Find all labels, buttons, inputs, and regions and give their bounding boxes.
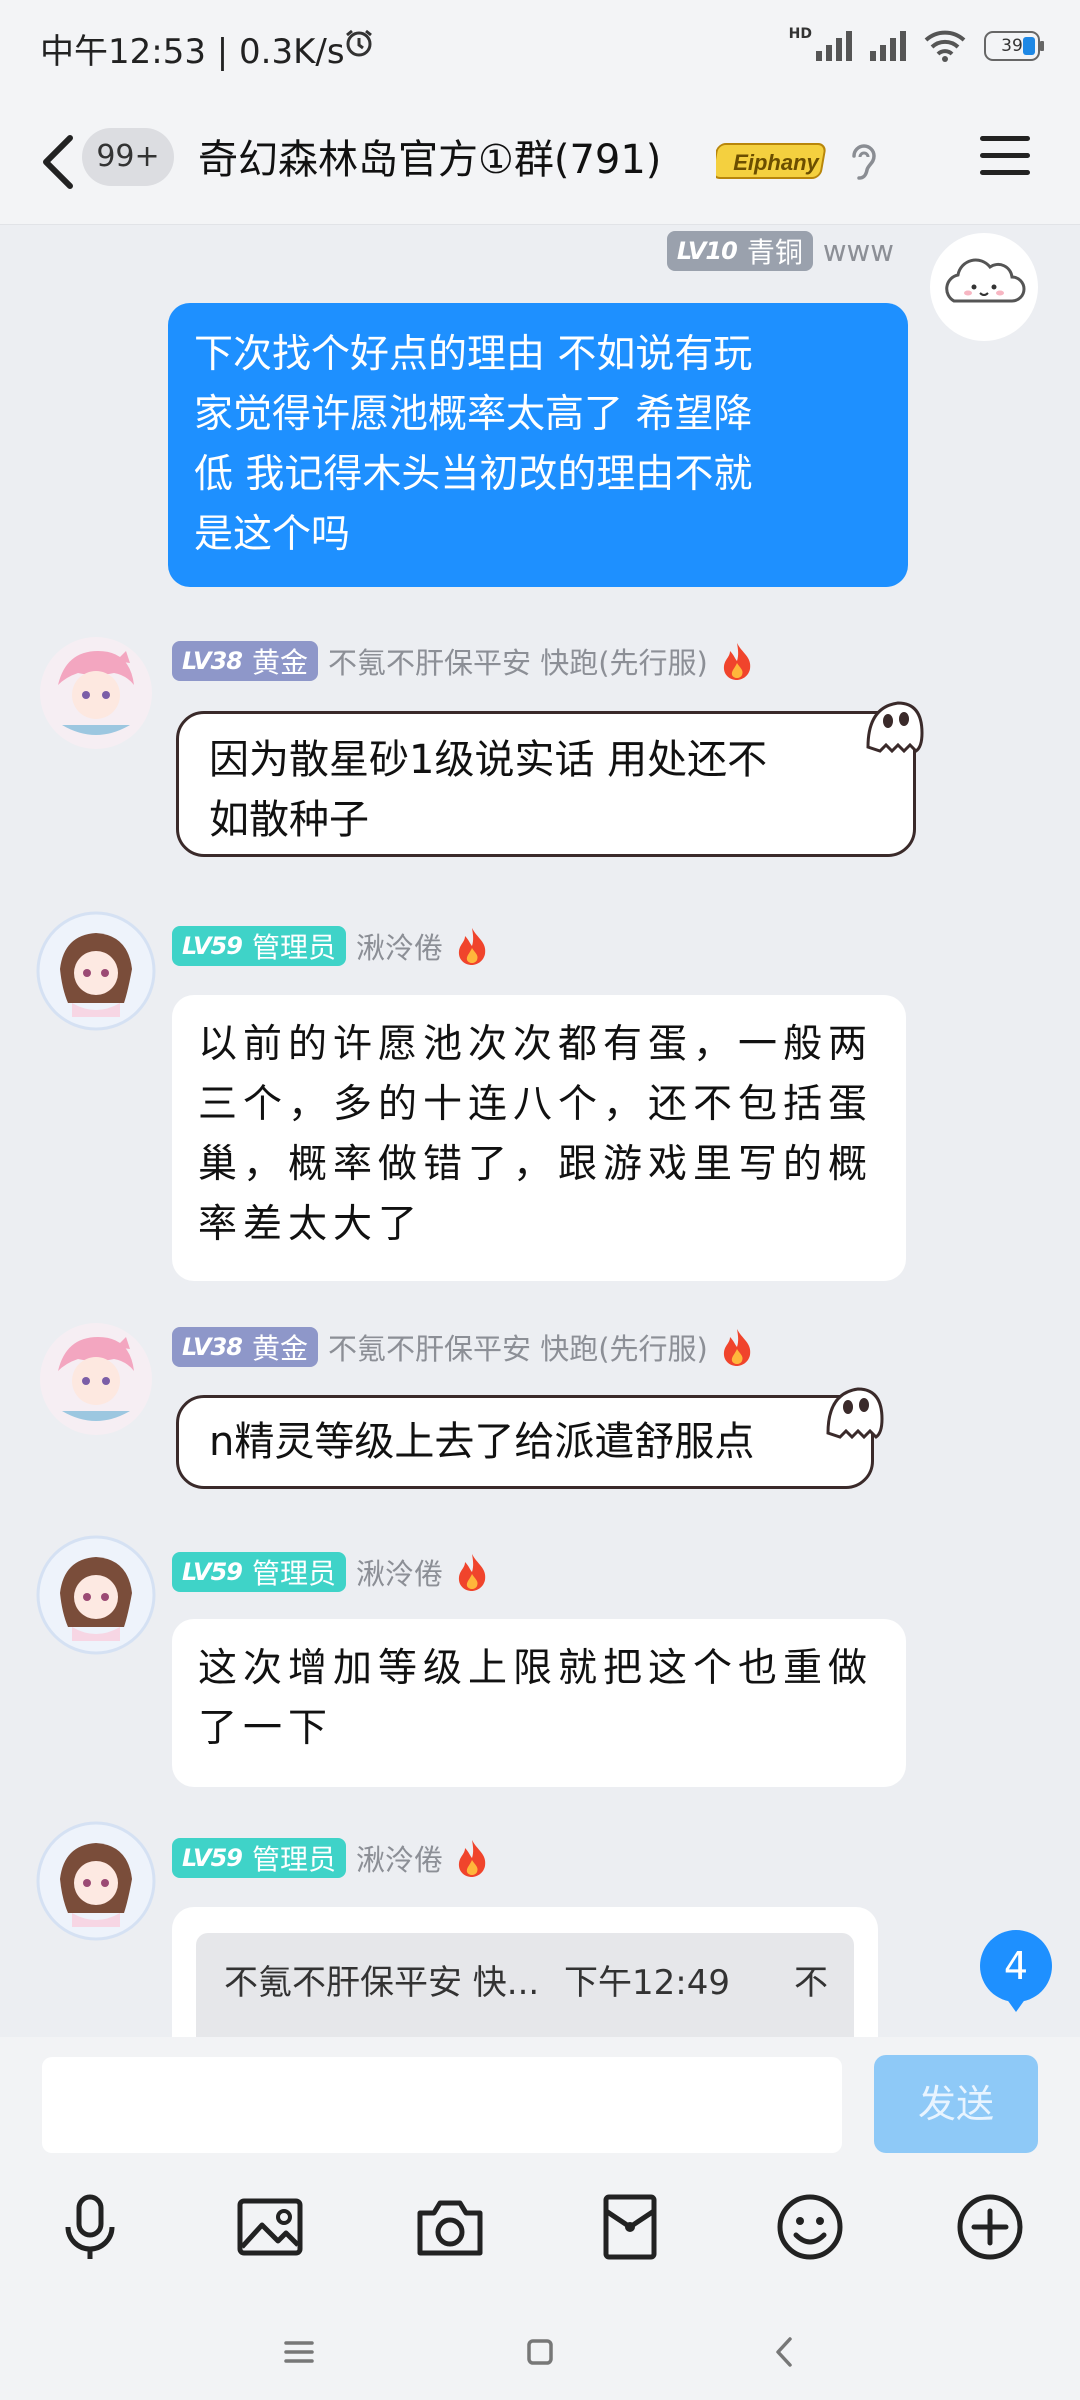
alarm-icon xyxy=(346,29,372,57)
fire-icon xyxy=(458,1840,486,1877)
sender-name: 湫泠倦 xyxy=(355,931,443,965)
new-message-badge[interactable]: 4 xyxy=(980,1930,1052,2012)
camera-icon[interactable] xyxy=(410,2187,490,2267)
sender-name-row: LV59 管理员 湫泠倦 xyxy=(172,925,491,967)
self-name-row: LV10 青铜 www xyxy=(666,231,894,271)
send-button[interactable]: 发送 xyxy=(874,2055,1038,2153)
level-tag: LV38 黄金 xyxy=(172,1327,318,1367)
quoted-message[interactable]: 不氪不肝保平安 快... 下午12:49 不 xyxy=(196,1933,854,2037)
avatar-brown-hair[interactable] xyxy=(32,1817,160,1945)
emoji-icon[interactable] xyxy=(770,2187,850,2267)
sender-name: 不氪不肝保平安 快跑(先行服) xyxy=(327,646,708,680)
composer: 发送 xyxy=(0,2037,1080,2400)
svg-text:Eiphany: Eiphany xyxy=(733,150,820,175)
sender-name-row: LV38 黄金 不氪不肝保平安 快跑(先行服) xyxy=(172,1326,756,1368)
unread-count-badge[interactable]: 99+ xyxy=(82,128,174,186)
ear-icon[interactable] xyxy=(846,140,880,184)
sender-name-row: LV38 黄金 不氪不肝保平安 快跑(先行服) xyxy=(172,640,756,682)
chat-area[interactable]: LV10 青铜 www 下次找个好点的理由 不如说有玩 家觉得许愿池概率太高了 希… xyxy=(0,225,1080,2037)
avatar-pink-hair[interactable] xyxy=(36,633,156,753)
recents-icon[interactable] xyxy=(276,2329,322,2375)
ghost-icon xyxy=(826,1387,884,1439)
fire-icon xyxy=(458,928,486,965)
self-avatar[interactable] xyxy=(930,233,1038,341)
red-packet-icon[interactable] xyxy=(590,2187,670,2267)
back-nav-icon[interactable] xyxy=(762,2329,808,2375)
image-icon[interactable] xyxy=(230,2187,310,2267)
fire-icon xyxy=(723,1329,751,1366)
home-icon[interactable] xyxy=(517,2329,563,2375)
status-bar: 中午12:53 | 0.3K/s HD 39 xyxy=(0,0,1080,100)
sender-name-row: LV59 管理员 湫泠倦 xyxy=(172,1551,491,1593)
ghost-icon xyxy=(866,701,924,753)
wifi-icon xyxy=(924,30,966,62)
avatar-brown-hair[interactable] xyxy=(32,1531,160,1659)
sender-name: 湫泠倦 xyxy=(355,1557,443,1591)
message-bubble[interactable]: 这次增加等级上限就把这个也重做 了一下 xyxy=(172,1619,906,1787)
message-bubble[interactable]: n精灵等级上去了给派遣舒服点 xyxy=(176,1395,874,1489)
status-icons: HD 39 xyxy=(789,26,1044,62)
message-bubble[interactable]: 因为散星砂1级说实话 用处还不 如散种子 xyxy=(176,711,916,857)
plus-icon[interactable] xyxy=(950,2187,1030,2267)
group-title[interactable]: 奇幻森林岛官方①群(791) xyxy=(198,130,661,190)
quote-preview: 不 xyxy=(794,1963,828,2003)
admin-tag: LV59 管理员 xyxy=(172,1838,346,1878)
quote-sender: 不氪不肝保平安 快... xyxy=(224,1963,540,2003)
eiphany-badge: Eiphany xyxy=(716,143,826,179)
signal-icon xyxy=(816,31,852,61)
message-bubble-self[interactable]: 下次找个好点的理由 不如说有玩 家觉得许愿池概率太高了 希望降 低 我记得木头当… xyxy=(168,303,908,587)
level-tag: LV10 青铜 xyxy=(666,231,813,271)
message-bubble[interactable]: 以前的许愿池次次都有蛋，一般两 三个，多的十连八个，还不包括蛋 巢，概率做错了，… xyxy=(172,995,906,1281)
quote-time: 下午12:49 xyxy=(564,1963,730,2003)
back-button[interactable] xyxy=(36,130,80,194)
fire-icon xyxy=(723,643,751,680)
signal-icon-2 xyxy=(870,31,906,61)
avatar-pink-hair[interactable] xyxy=(36,1319,156,1439)
sender-name-row: LV59 管理员 湫泠倦 xyxy=(172,1837,491,1879)
admin-tag: LV59 管理员 xyxy=(172,1552,346,1592)
message-input[interactable] xyxy=(42,2057,842,2153)
fire-icon xyxy=(458,1554,486,1591)
avatar-brown-hair[interactable] xyxy=(32,907,160,1035)
hd-label: HD xyxy=(788,26,812,42)
system-nav-bar xyxy=(0,2303,1080,2400)
sender-name: www xyxy=(822,234,894,268)
status-time: 中午12:53 | 0.3K/s xyxy=(40,32,345,72)
sender-name: 湫泠倦 xyxy=(355,1843,443,1877)
admin-tag: LV59 管理员 xyxy=(172,926,346,966)
battery-level: 39 xyxy=(1001,36,1023,56)
composer-toolbar xyxy=(0,2187,1080,2287)
battery-icon: 39 xyxy=(984,31,1044,61)
chat-header: 99+ 奇幻森林岛官方①群(791) Eiphany xyxy=(0,100,1080,225)
menu-button[interactable] xyxy=(980,136,1030,186)
voice-icon[interactable] xyxy=(50,2187,130,2267)
sender-name: 不氪不肝保平安 快跑(先行服) xyxy=(327,1332,708,1366)
level-tag: LV38 黄金 xyxy=(172,641,318,681)
